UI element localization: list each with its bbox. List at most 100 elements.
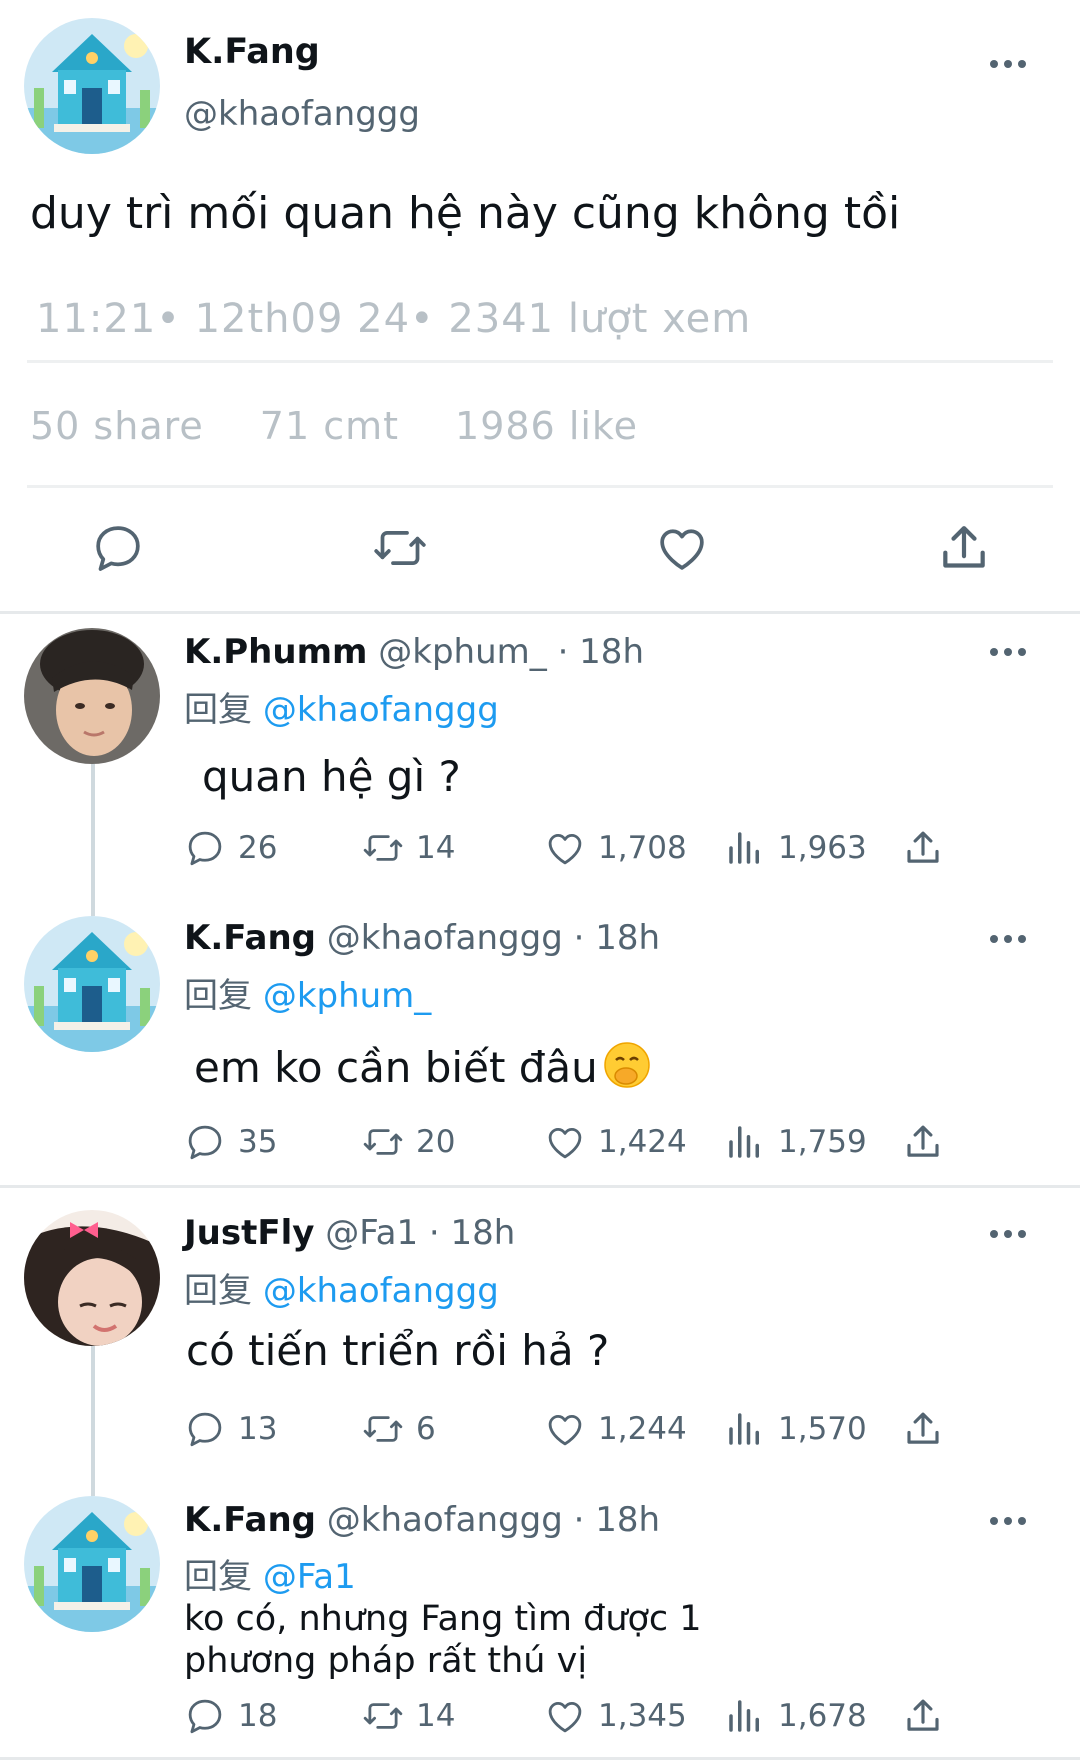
comment-button[interactable]: 13 xyxy=(184,1408,277,1450)
more-options-icon[interactable] xyxy=(990,1509,1026,1533)
heart-icon xyxy=(544,1408,586,1450)
comment-icon xyxy=(184,827,226,869)
reply-to: 回复 @khaofanggg xyxy=(184,682,499,731)
share-icon[interactable] xyxy=(936,520,992,576)
share-icon xyxy=(902,1408,944,1450)
heart-icon[interactable] xyxy=(654,520,710,576)
author-name[interactable]: JustFly xyxy=(184,1213,314,1253)
author-name[interactable]: K.Fang xyxy=(184,1500,316,1540)
share-button[interactable] xyxy=(902,827,956,869)
tweet-stats: 50 share 71 cmt 1986 like xyxy=(30,404,694,448)
share-icon xyxy=(902,1121,944,1163)
reply-header: K.Fang @khaofanggg · 18h xyxy=(184,1500,660,1540)
reply-text: quan hệ gì ? xyxy=(202,752,461,801)
reply-text: em ko cần biết đâu xyxy=(194,1043,598,1092)
more-options-icon[interactable] xyxy=(990,52,1026,76)
reply-label: 回复 xyxy=(184,1557,252,1597)
like-button[interactable]: 1,708 xyxy=(544,827,687,869)
reply-text-row: em ko cần biết đâu xyxy=(194,1040,652,1091)
comment-button[interactable]: 35 xyxy=(184,1121,277,1163)
views-icon xyxy=(724,1695,766,1737)
share-button[interactable] xyxy=(902,1121,956,1163)
reply-to: 回复 @Fa1 xyxy=(184,1549,356,1598)
views-icon xyxy=(724,1121,766,1163)
share-button[interactable] xyxy=(902,1408,956,1450)
reply-text-line-2: phương pháp rất thú vị xyxy=(184,1641,588,1681)
retweet-icon xyxy=(362,1121,404,1163)
retweet-button[interactable]: 14 xyxy=(362,1695,455,1737)
comment-icon xyxy=(184,1695,226,1737)
avatar[interactable] xyxy=(24,916,160,1052)
reply-actions: 35 20 1,424 1,759 xyxy=(184,1121,964,1167)
mention-link[interactable]: @kphum_ xyxy=(263,976,432,1016)
share-button[interactable] xyxy=(902,1695,956,1737)
heart-icon xyxy=(544,827,586,869)
reply-to: 回复 @kphum_ xyxy=(184,968,431,1017)
face-with-hand-over-mouth-icon xyxy=(604,1042,650,1088)
avatar[interactable] xyxy=(24,1496,160,1632)
mention-link[interactable]: @khaofanggg xyxy=(263,1271,499,1311)
views-icon xyxy=(724,827,766,869)
heart-icon xyxy=(544,1695,586,1737)
handle-time[interactable]: @khaofanggg · 18h xyxy=(327,918,660,958)
thread-line xyxy=(91,764,95,916)
tweet-text: duy trì mối quan hệ này cũng không tồi xyxy=(30,188,901,239)
like-button[interactable]: 1,424 xyxy=(544,1121,687,1163)
reply-text: có tiến triển rồi hả ? xyxy=(186,1326,610,1375)
like-button[interactable]: 1,244 xyxy=(544,1408,687,1450)
reply-label: 回复 xyxy=(184,1271,252,1311)
avatar[interactable] xyxy=(24,1210,160,1346)
more-options-icon[interactable] xyxy=(990,927,1026,951)
divider xyxy=(27,485,1053,488)
retweet-button[interactable]: 14 xyxy=(362,827,455,869)
comments-count[interactable]: 71 cmt xyxy=(260,404,399,448)
like-button[interactable]: 1,345 xyxy=(544,1695,687,1737)
reply-to: 回复 @khaofanggg xyxy=(184,1263,499,1312)
handle-time[interactable]: @khaofanggg · 18h xyxy=(327,1500,660,1540)
views-button[interactable]: 1,963 xyxy=(724,827,867,869)
comment-button[interactable]: 26 xyxy=(184,827,277,869)
more-options-icon[interactable] xyxy=(990,1222,1026,1246)
views-button[interactable]: 1,678 xyxy=(724,1695,867,1737)
reply-label: 回复 xyxy=(184,976,252,1016)
reply-text-line-1: ko có, nhưng Fang tìm được 1 xyxy=(184,1599,702,1639)
author-name[interactable]: K.Fang xyxy=(184,918,316,958)
comment-icon xyxy=(184,1408,226,1450)
reply-header: K.Phumm @kphum_ · 18h xyxy=(184,632,644,672)
mention-link[interactable]: @Fa1 xyxy=(263,1557,356,1597)
more-options-icon[interactable] xyxy=(990,640,1026,664)
reply-header: JustFly @Fa1 · 18h xyxy=(184,1213,515,1253)
mention-link[interactable]: @khaofanggg xyxy=(263,690,499,730)
views-button[interactable]: 1,759 xyxy=(724,1121,867,1163)
reply-actions: 26 14 1,708 1,963 xyxy=(184,827,964,873)
author-handle[interactable]: @khaofanggg xyxy=(184,94,420,134)
retweet-icon[interactable] xyxy=(372,520,428,576)
section-separator xyxy=(0,1757,1080,1760)
retweet-button[interactable]: 20 xyxy=(362,1121,455,1163)
handle-time[interactable]: @kphum_ · 18h xyxy=(378,632,644,672)
comment-button[interactable]: 18 xyxy=(184,1695,277,1737)
views-button[interactable]: 1,570 xyxy=(724,1408,867,1450)
reply-actions: 18 14 1,345 1,678 xyxy=(184,1695,964,1741)
retweet-icon xyxy=(362,1408,404,1450)
comment-icon[interactable] xyxy=(90,520,146,576)
comment-icon xyxy=(184,1121,226,1163)
section-separator xyxy=(0,1185,1080,1188)
views-icon xyxy=(724,1408,766,1450)
divider xyxy=(27,360,1053,363)
retweet-button[interactable]: 6 xyxy=(362,1408,436,1450)
retweet-icon xyxy=(362,1695,404,1737)
avatar[interactable] xyxy=(24,18,160,154)
handle-time[interactable]: @Fa1 · 18h xyxy=(325,1213,515,1253)
avatar[interactable] xyxy=(24,628,160,764)
retweet-icon xyxy=(362,827,404,869)
likes-count[interactable]: 1986 like xyxy=(455,404,638,448)
shares-count[interactable]: 50 share xyxy=(30,404,204,448)
share-icon xyxy=(902,827,944,869)
reply-label: 回复 xyxy=(184,690,252,730)
reply-header: K.Fang @khaofanggg · 18h xyxy=(184,918,660,958)
tweet-meta: 11:21• 12th09 24• 2341 lượt xem xyxy=(36,296,752,342)
reply-actions: 13 6 1,244 1,570 xyxy=(184,1408,964,1454)
author-name[interactable]: K.Phumm xyxy=(184,632,367,672)
author-name[interactable]: K.Fang xyxy=(184,32,320,72)
